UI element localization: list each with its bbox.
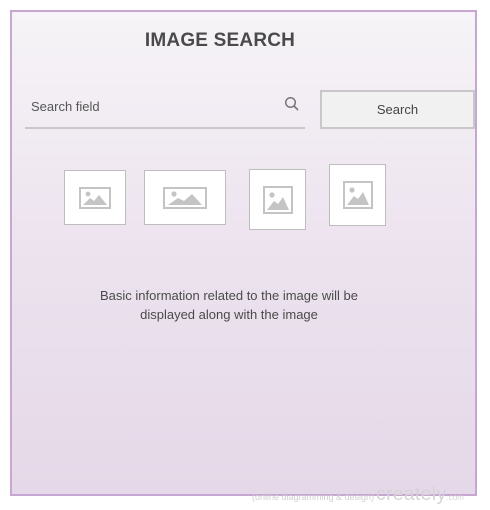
image-placeholder-icon <box>342 181 373 209</box>
search-icon[interactable] <box>284 96 300 112</box>
image-placeholder-icon <box>79 186 111 209</box>
image-thumbnail-1[interactable] <box>64 170 126 225</box>
image-placeholder-icon <box>163 186 207 209</box>
page-title: IMAGE SEARCH <box>144 30 296 51</box>
creately-watermark: (online diagramming & design) creately.co… <box>252 484 464 505</box>
image-thumbnail-2[interactable] <box>144 170 226 225</box>
search-field[interactable] <box>25 88 305 129</box>
watermark-brand: creately <box>376 484 447 505</box>
wireframe-frame <box>10 10 477 496</box>
search-input[interactable] <box>31 96 271 116</box>
image-placeholder-icon <box>262 185 293 214</box>
search-button[interactable]: Search <box>320 90 475 129</box>
image-thumbnail-3[interactable] <box>249 169 306 230</box>
image-thumbnail-4[interactable] <box>329 164 386 226</box>
image-info-text: Basic information related to the image w… <box>100 288 358 322</box>
watermark-tld: .com <box>446 493 464 502</box>
watermark-tagline: (online diagramming & design) <box>252 492 375 502</box>
